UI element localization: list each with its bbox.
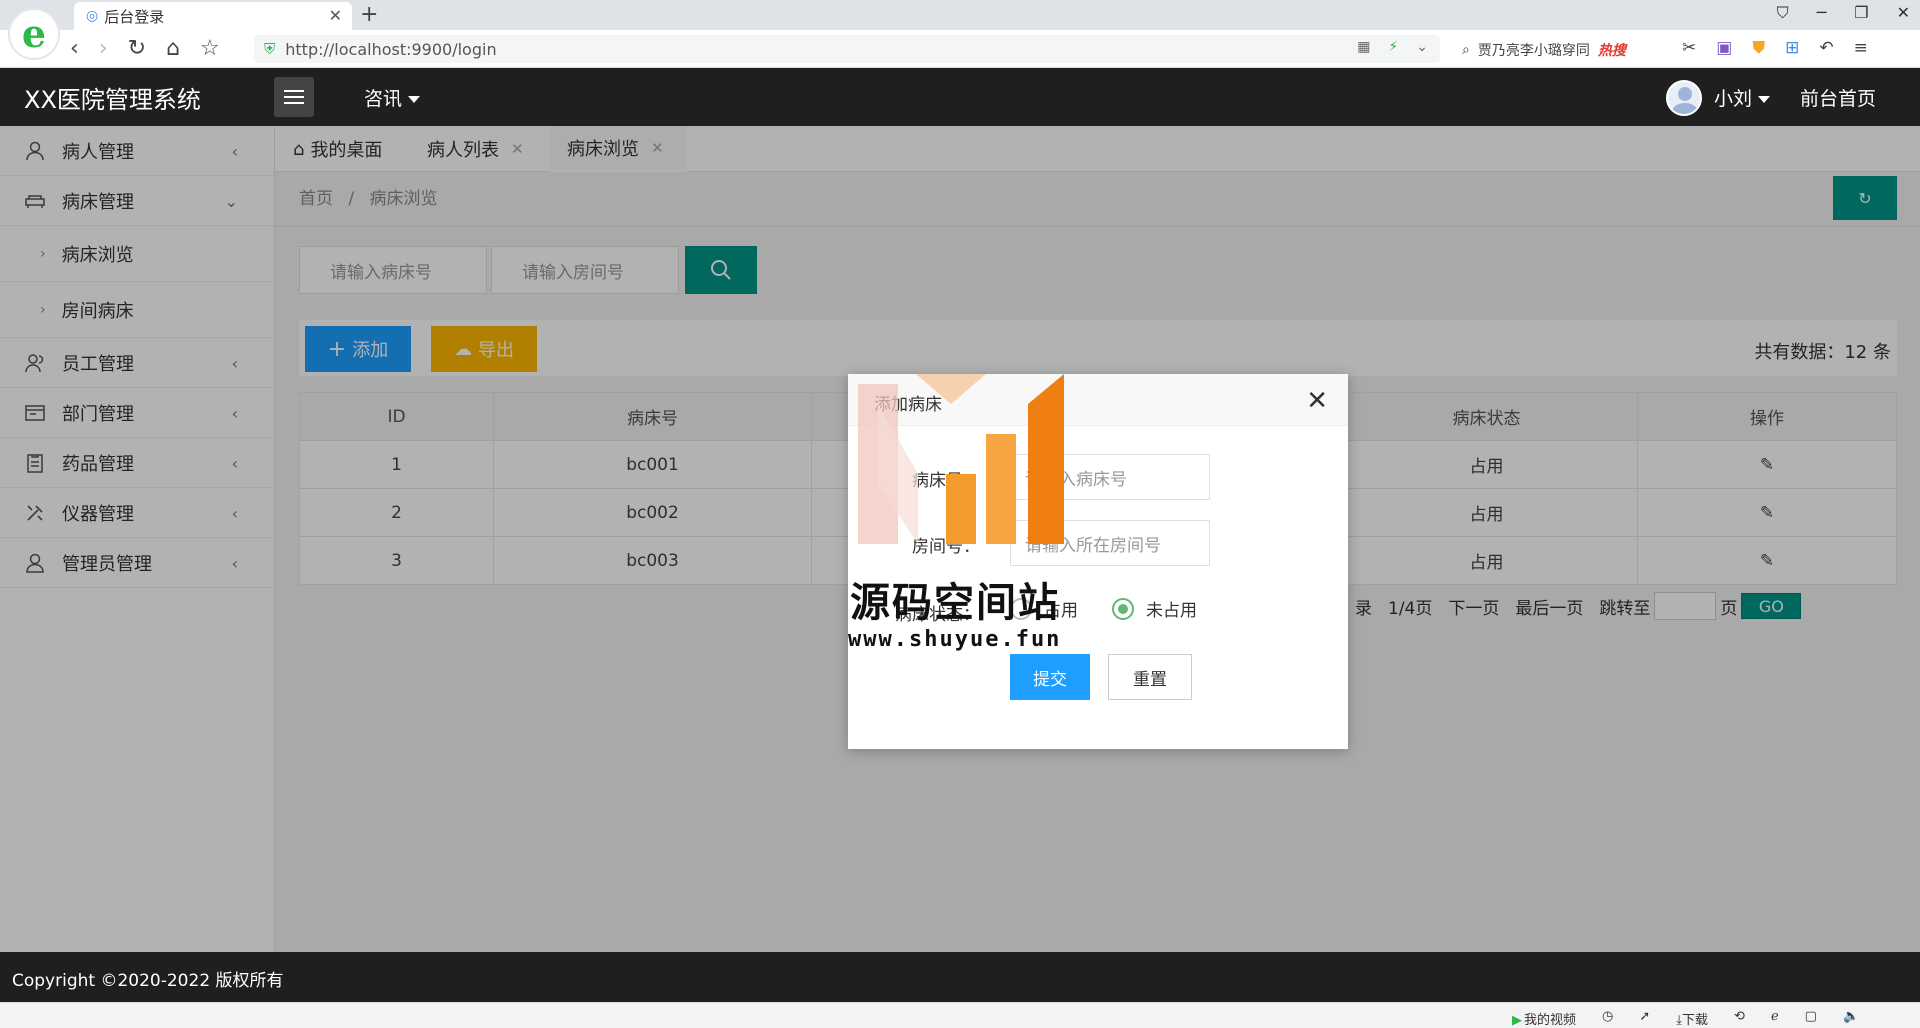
reset-button[interactable]: 重置 xyxy=(1108,654,1192,700)
home-icon[interactable]: ⌂ xyxy=(166,36,180,61)
hamburger-icon xyxy=(284,90,304,104)
url-input[interactable]: ⛨ http://localhost:9900/login ▦ ⚡ ⌄ xyxy=(254,35,1440,63)
user-menu[interactable]: 小刘 xyxy=(1714,84,1771,111)
my-video-label: 我的视频 xyxy=(1524,1013,1577,1028)
reload-icon[interactable]: ↻ xyxy=(128,36,146,61)
news-menu[interactable]: 咨讯 xyxy=(364,84,421,111)
watermark-url: www.shuyue.fun xyxy=(848,627,1062,652)
radio-free-label: 未占用 xyxy=(1146,601,1197,621)
search-hint-text: 贾乃亮李小璐穿同 xyxy=(1477,43,1590,59)
translate-icon[interactable]: ▣ xyxy=(1716,38,1732,58)
address-bar: ‹ › ↻ ⌂ ☆ ⛨ http://localhost:9900/login … xyxy=(0,30,1920,68)
close-window-icon[interactable]: ✕ xyxy=(1897,3,1910,23)
url-text: http://localhost:9900/login xyxy=(285,39,497,59)
minimize-icon[interactable]: ─ xyxy=(1817,3,1827,23)
shirt-icon[interactable]: ⛉ xyxy=(1777,3,1789,23)
caret-down-icon xyxy=(1758,96,1771,103)
tab-close-icon[interactable]: ✕ xyxy=(329,6,342,25)
scissors-icon[interactable]: ✂ xyxy=(1682,38,1696,58)
url-tools: ▦ ⚡ ⌄ xyxy=(1357,39,1428,55)
back-icon[interactable]: ‹ xyxy=(70,36,79,61)
submit-button[interactable]: 提交 xyxy=(1010,654,1090,700)
watermark-logo xyxy=(858,374,1064,544)
front-home-link[interactable]: 前台首页 xyxy=(1800,84,1876,111)
new-tab-icon[interactable]: + xyxy=(360,2,378,27)
menu-toggle-button[interactable] xyxy=(274,77,314,117)
search-icon: ⌕ xyxy=(1462,42,1470,58)
play-icon: ▶ xyxy=(1512,1013,1522,1028)
news-menu-label: 咨讯 xyxy=(364,88,403,110)
browser-tab[interactable]: ◎ 后台登录 ✕ xyxy=(74,2,352,30)
grid-icon[interactable]: ⊞ xyxy=(1785,38,1799,58)
watermark-text: 源码空间站 xyxy=(850,580,1060,626)
shield-icon: ⛨ xyxy=(264,40,276,58)
browser-status-bar: ▶ 我的视频 ◷ ➚ ⤓下载 ⟲ ℯ ▢ 🔈 xyxy=(0,1002,1920,1028)
browser-logo[interactable]: e xyxy=(8,8,60,60)
forward-icon[interactable]: › xyxy=(99,36,108,61)
hot-search-label: 热搜 xyxy=(1597,43,1626,59)
browser-e-icon: e xyxy=(21,11,47,56)
extension-icons: ✂ ▣ ⛊ ⊞ ↶ ≡ xyxy=(1682,38,1868,58)
radio-circle-selected xyxy=(1112,597,1134,620)
app-header: XX医院管理系统 咨讯 小刘 前台首页 xyxy=(0,68,1920,126)
undo-icon[interactable]: ↶ xyxy=(1819,38,1833,58)
browser-tab-title: 后台登录 xyxy=(104,7,165,26)
nav-buttons: ‹ › ↻ ⌂ ☆ xyxy=(70,36,220,61)
status-tools: ▶ 我的视频 ◷ ➚ ⤓下载 ⟲ ℯ ▢ 🔈 xyxy=(1512,1009,1859,1028)
radio-free[interactable]: 未占用 xyxy=(1112,596,1197,621)
copyright-text: Copyright ©2020-2022 版权所有 xyxy=(12,971,284,991)
app-title: XX医院管理系统 xyxy=(24,86,201,114)
browser-tab-strip: ◎ 后台登录 ✕ + ⛉ ─ ❐ ✕ xyxy=(0,0,1920,30)
close-icon[interactable]: ✕ xyxy=(1306,386,1328,416)
shield-ext-icon[interactable]: ⛊ xyxy=(1752,38,1765,58)
clock-icon[interactable]: ◷ xyxy=(1602,1009,1613,1028)
rocket-icon[interactable]: ➚ xyxy=(1639,1009,1650,1028)
ie-icon[interactable]: ℯ xyxy=(1771,1009,1779,1028)
search-hint[interactable]: ⌕ 贾乃亮李小璐穿同 热搜 xyxy=(1462,40,1626,60)
browser-menu-icon[interactable]: ≡ xyxy=(1854,38,1868,58)
user-name-label: 小刘 xyxy=(1714,88,1753,110)
lightning-icon[interactable]: ⚡ xyxy=(1388,39,1398,55)
bookmark-star-icon[interactable]: ☆ xyxy=(200,36,220,61)
caret-down-icon xyxy=(408,96,421,103)
page-favicon-icon: ◎ xyxy=(86,8,99,24)
download-label: 下载 xyxy=(1682,1013,1709,1028)
sync-icon[interactable]: ⟲ xyxy=(1734,1009,1745,1028)
window-controls: ⛉ ─ ❐ ✕ xyxy=(1777,3,1910,23)
qr-icon[interactable]: ▦ xyxy=(1357,39,1370,55)
download-link[interactable]: ⤓下载 xyxy=(1676,1009,1708,1028)
app-footer: Copyright ©2020-2022 版权所有 xyxy=(0,952,1920,1002)
chevron-down-icon[interactable]: ⌄ xyxy=(1416,39,1428,55)
my-video-link[interactable]: ▶ 我的视频 xyxy=(1512,1009,1576,1028)
avatar[interactable] xyxy=(1666,80,1702,116)
restore-icon[interactable]: ❐ xyxy=(1854,3,1868,23)
speaker-icon[interactable]: 🔈 xyxy=(1843,1009,1859,1028)
window-icon[interactable]: ▢ xyxy=(1805,1009,1817,1028)
